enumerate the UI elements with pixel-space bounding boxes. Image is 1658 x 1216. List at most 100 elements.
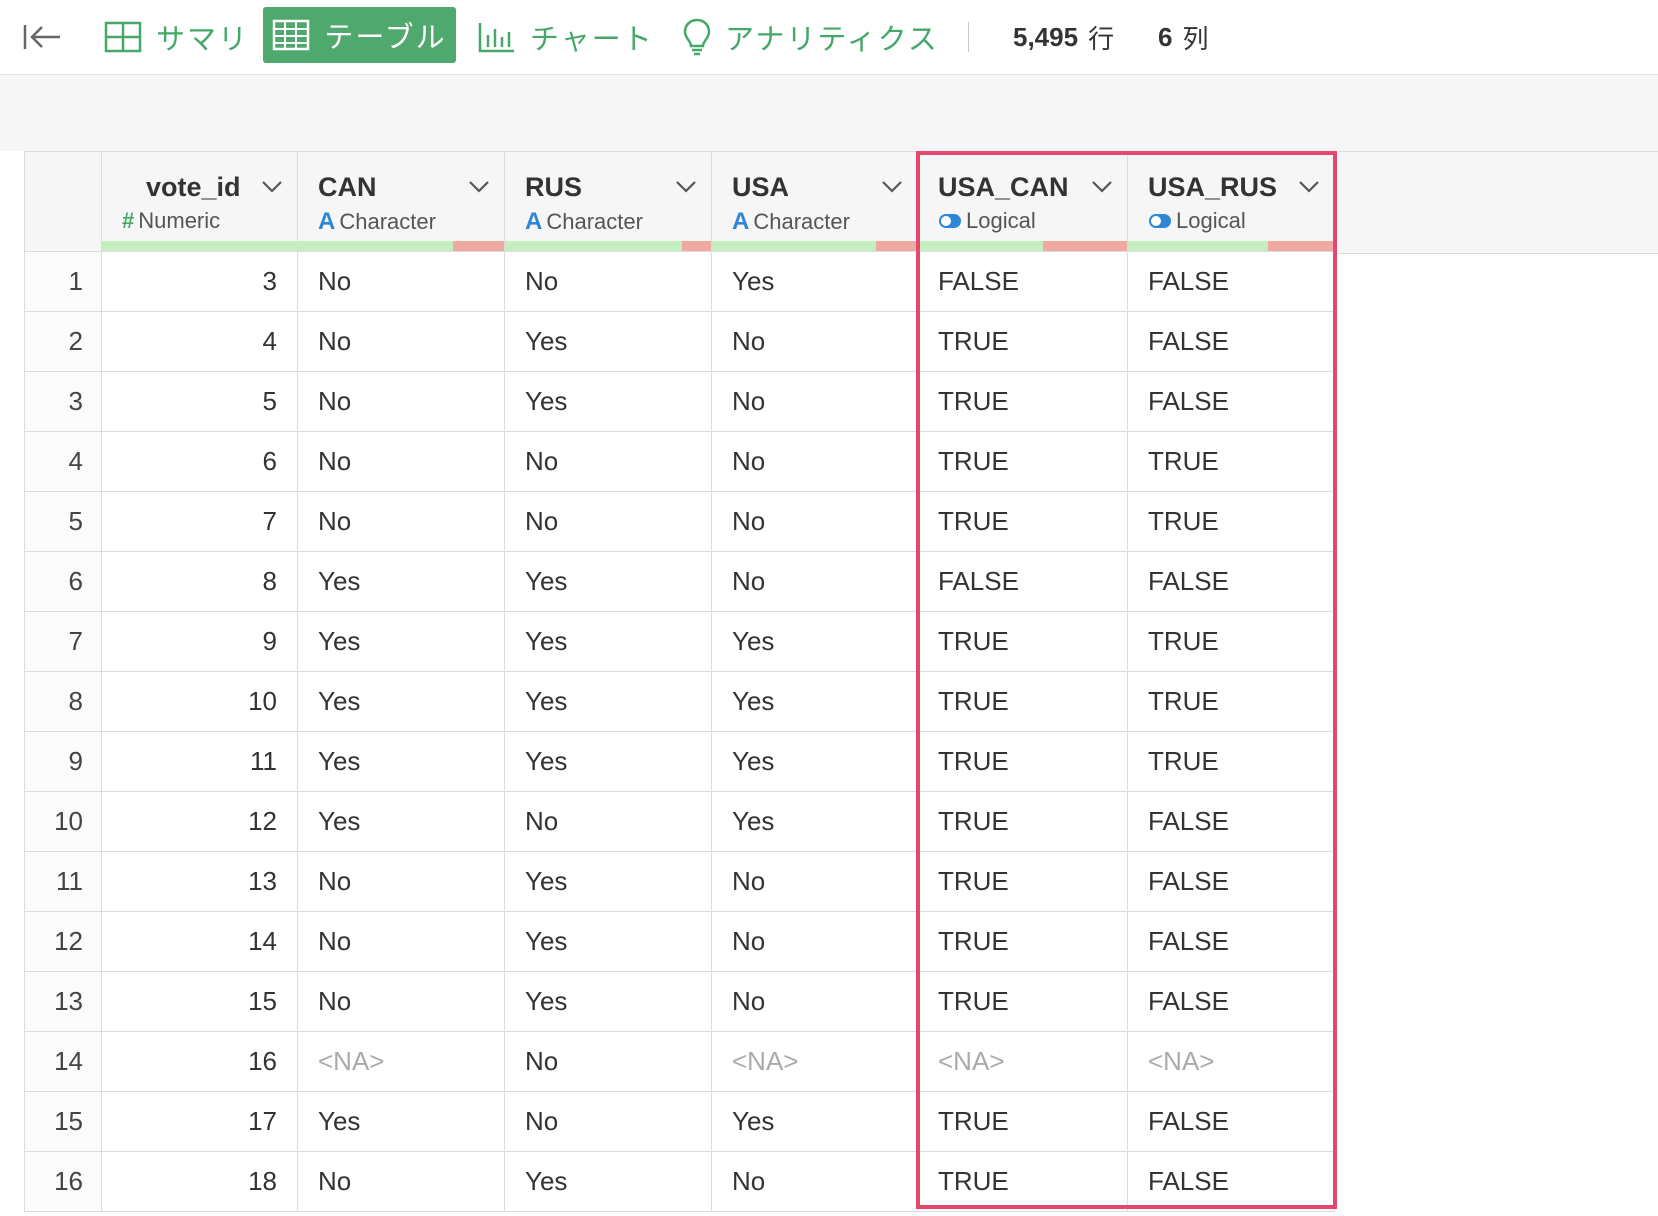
table-cell[interactable]: No: [505, 1092, 712, 1152]
table-cell[interactable]: TRUE: [918, 1092, 1128, 1152]
tab-summary[interactable]: サマリ: [104, 0, 249, 74]
table-cell[interactable]: 7: [102, 492, 298, 552]
table-cell[interactable]: Yes: [298, 1092, 505, 1152]
column-header-usa[interactable]: USA A Character: [712, 151, 918, 252]
table-cell[interactable]: FALSE: [1128, 312, 1335, 372]
table-cell[interactable]: 18: [102, 1152, 298, 1212]
table-cell[interactable]: FALSE: [1128, 912, 1335, 972]
table-cell[interactable]: FALSE: [1128, 552, 1335, 612]
table-cell[interactable]: <NA>: [712, 1032, 918, 1092]
table-cell[interactable]: No: [505, 432, 712, 492]
table-cell[interactable]: Yes: [712, 792, 918, 852]
table-cell[interactable]: No: [505, 1032, 712, 1092]
tab-chart[interactable]: チャート: [478, 0, 654, 74]
table-cell[interactable]: Yes: [712, 1092, 918, 1152]
table-cell[interactable]: FALSE: [1128, 852, 1335, 912]
table-cell[interactable]: Yes: [298, 612, 505, 672]
table-cell[interactable]: No: [298, 372, 505, 432]
table-cell[interactable]: 8: [102, 552, 298, 612]
table-cell[interactable]: 4: [102, 312, 298, 372]
table-cell[interactable]: TRUE: [918, 492, 1128, 552]
table-cell[interactable]: <NA>: [918, 1032, 1128, 1092]
table-cell[interactable]: TRUE: [918, 912, 1128, 972]
table-cell[interactable]: No: [298, 912, 505, 972]
table-cell[interactable]: TRUE: [1128, 672, 1335, 732]
table-cell[interactable]: No: [298, 972, 505, 1032]
table-cell[interactable]: 5: [102, 372, 298, 432]
chevron-down-icon[interactable]: [881, 180, 903, 199]
table-cell[interactable]: Yes: [712, 612, 918, 672]
column-header-can[interactable]: CAN A Character: [298, 151, 505, 252]
table-cell[interactable]: FALSE: [1128, 1092, 1335, 1152]
table-cell[interactable]: TRUE: [918, 612, 1128, 672]
column-header-rus[interactable]: RUS A Character: [505, 151, 712, 252]
table-cell[interactable]: No: [298, 252, 505, 312]
table-cell[interactable]: TRUE: [918, 972, 1128, 1032]
tab-table[interactable]: テーブル: [263, 7, 456, 63]
table-cell[interactable]: Yes: [298, 792, 505, 852]
table-cell[interactable]: 13: [102, 852, 298, 912]
table-cell[interactable]: TRUE: [1128, 492, 1335, 552]
table-cell[interactable]: Yes: [505, 732, 712, 792]
table-cell[interactable]: No: [712, 912, 918, 972]
table-cell[interactable]: No: [712, 492, 918, 552]
table-cell[interactable]: 15: [102, 972, 298, 1032]
table-cell[interactable]: FALSE: [1128, 792, 1335, 852]
table-cell[interactable]: FALSE: [1128, 252, 1335, 312]
table-cell[interactable]: TRUE: [918, 852, 1128, 912]
table-cell[interactable]: No: [505, 252, 712, 312]
table-cell[interactable]: Yes: [505, 312, 712, 372]
tab-analytics[interactable]: アナリティクス: [683, 0, 939, 74]
table-cell[interactable]: Yes: [712, 732, 918, 792]
table-cell[interactable]: No: [712, 372, 918, 432]
table-cell[interactable]: No: [505, 792, 712, 852]
table-cell[interactable]: Yes: [298, 732, 505, 792]
table-cell[interactable]: Yes: [505, 372, 712, 432]
table-cell[interactable]: FALSE: [918, 252, 1128, 312]
table-cell[interactable]: Yes: [505, 612, 712, 672]
table-cell[interactable]: Yes: [712, 672, 918, 732]
table-cell[interactable]: FALSE: [1128, 1152, 1335, 1212]
table-cell[interactable]: TRUE: [1128, 732, 1335, 792]
table-cell[interactable]: FALSE: [1128, 972, 1335, 1032]
table-cell[interactable]: No: [712, 552, 918, 612]
chevron-down-icon[interactable]: [675, 180, 697, 199]
table-cell[interactable]: TRUE: [918, 432, 1128, 492]
table-cell[interactable]: TRUE: [918, 1152, 1128, 1212]
table-cell[interactable]: No: [298, 432, 505, 492]
table-cell[interactable]: TRUE: [1128, 612, 1335, 672]
table-cell[interactable]: No: [298, 1152, 505, 1212]
chevron-down-icon[interactable]: [468, 180, 490, 199]
table-cell[interactable]: 3: [102, 252, 298, 312]
table-cell[interactable]: TRUE: [1128, 432, 1335, 492]
table-cell[interactable]: No: [712, 432, 918, 492]
table-cell[interactable]: Yes: [505, 852, 712, 912]
chevron-down-icon[interactable]: [1298, 180, 1320, 199]
table-cell[interactable]: No: [712, 852, 918, 912]
chevron-down-icon[interactable]: [261, 180, 283, 199]
table-cell[interactable]: TRUE: [918, 312, 1128, 372]
chevron-down-icon[interactable]: [1091, 180, 1113, 199]
table-cell[interactable]: Yes: [712, 252, 918, 312]
collapse-left-icon[interactable]: [22, 0, 62, 74]
table-cell[interactable]: 6: [102, 432, 298, 492]
table-cell[interactable]: No: [712, 1152, 918, 1212]
table-cell[interactable]: TRUE: [918, 732, 1128, 792]
table-cell[interactable]: FALSE: [918, 552, 1128, 612]
table-cell[interactable]: TRUE: [918, 372, 1128, 432]
table-cell[interactable]: Yes: [298, 552, 505, 612]
table-cell[interactable]: 16: [102, 1032, 298, 1092]
table-cell[interactable]: No: [712, 972, 918, 1032]
table-cell[interactable]: Yes: [505, 912, 712, 972]
table-cell[interactable]: No: [298, 492, 505, 552]
table-cell[interactable]: 10: [102, 672, 298, 732]
column-header-usa-can[interactable]: USA_CAN Logical: [918, 151, 1128, 252]
table-cell[interactable]: 11: [102, 732, 298, 792]
column-header-usa-rus[interactable]: USA_RUS Logical: [1128, 151, 1335, 252]
table-cell[interactable]: TRUE: [918, 672, 1128, 732]
table-cell[interactable]: Yes: [298, 672, 505, 732]
table-cell[interactable]: 12: [102, 792, 298, 852]
table-cell[interactable]: 17: [102, 1092, 298, 1152]
table-cell[interactable]: No: [298, 852, 505, 912]
table-cell[interactable]: Yes: [505, 1152, 712, 1212]
